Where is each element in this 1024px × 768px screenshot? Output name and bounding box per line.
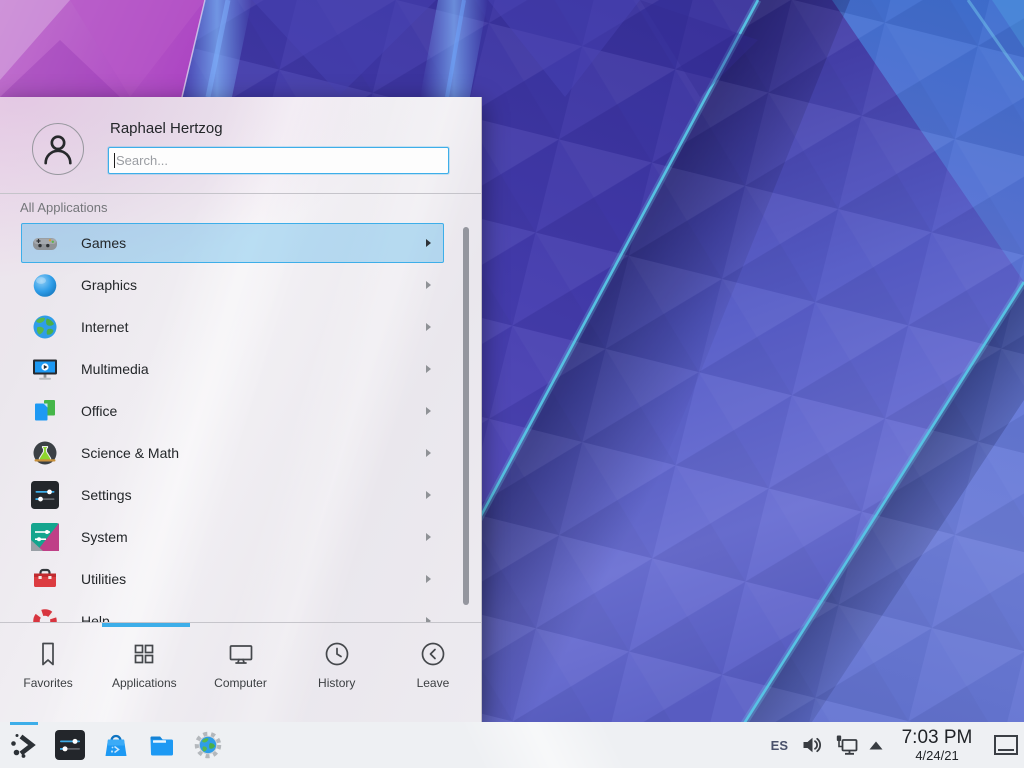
discover-button[interactable] [100,722,132,768]
submenu-arrow-icon [426,239,431,247]
tab-label: History [318,676,355,690]
show-desktop-button[interactable] [994,735,1018,755]
submenu-arrow-icon [426,533,431,541]
kickoff-icon [9,730,39,760]
system-settings-button[interactable] [54,722,86,768]
network-button[interactable] [834,732,860,758]
category-label: Utilities [81,571,426,587]
submenu-arrow-icon [426,281,431,289]
category-graphics[interactable]: Graphics [21,265,444,305]
category-label: Games [81,235,426,251]
category-label: System [81,529,426,545]
tab-favorites[interactable]: Favorites [0,628,96,722]
category-label: Graphics [81,277,426,293]
monitor-play-icon [31,355,59,383]
header-separator [0,193,481,194]
submenu-arrow-icon [426,491,431,499]
clock-date: 4/24/21 [915,748,958,763]
tab-applications[interactable]: Applications [96,628,192,722]
blue-sphere-icon [31,271,59,299]
network-icon [834,732,860,758]
tab-label: Favorites [23,676,72,690]
system-settings-icon [55,730,85,760]
category-office[interactable]: Office [21,391,444,431]
category-multimedia[interactable]: Multimedia [21,349,444,389]
section-label: All Applications [20,200,107,215]
system-tray: ES 7:03 [771,728,1018,763]
expand-tray-button[interactable] [868,740,884,751]
active-task-indicator [10,722,38,725]
desktop: Raphael Hertzog All Applications Games [0,0,1024,768]
tab-label: Computer [214,676,267,690]
text-cursor [114,153,115,168]
volume-icon [801,734,823,756]
category-label: Help [81,613,426,622]
keyboard-layout-indicator[interactable]: ES [771,738,788,753]
active-tab-indicator [102,623,190,627]
category-label: Science & Math [81,445,426,461]
grid-icon [129,639,159,669]
discover-bag-icon [101,730,131,760]
computer-icon [226,639,256,669]
tab-label: Applications [112,676,177,690]
sliders-color-icon [31,523,59,551]
category-system[interactable]: System [21,517,444,557]
menu-tab-bar: Favorites Applications Computer [0,628,481,722]
application-category-list: Games Graphics [21,223,444,622]
submenu-arrow-icon [426,407,431,415]
bookmark-icon [33,639,63,669]
folder-icon [147,730,177,760]
tab-history[interactable]: History [289,628,385,722]
tab-leave[interactable]: Leave [385,628,481,722]
search-box[interactable] [108,147,449,174]
category-settings[interactable]: Settings [21,475,444,515]
expand-tray-caret-icon [868,740,884,751]
category-label: Internet [81,319,426,335]
submenu-arrow-icon [426,365,431,373]
category-label: Office [81,403,426,419]
category-internet[interactable]: Internet [21,307,444,347]
file-manager-button[interactable] [146,722,178,768]
toolbox-icon [31,565,59,593]
user-name: Raphael Hertzog [110,120,223,137]
scrollbar[interactable] [463,227,469,605]
category-label: Settings [81,487,426,503]
globe-gear-icon [193,730,223,760]
submenu-arrow-icon [426,575,431,583]
clock-time: 7:03 PM [902,728,973,748]
application-launcher-menu: Raphael Hertzog All Applications Games [0,97,482,722]
flask-icon [31,439,59,467]
category-games[interactable]: Games [21,223,444,263]
tab-computer[interactable]: Computer [192,628,288,722]
category-label: Multimedia [81,361,426,377]
submenu-arrow-icon [426,449,431,457]
footer-separator [0,622,481,623]
submenu-arrow-icon [426,323,431,331]
category-help[interactable]: Help [21,601,444,622]
life-ring-icon [31,607,59,622]
leave-circle-icon [418,639,448,669]
application-launcher-button[interactable] [8,722,40,768]
sliders-dark-icon [31,481,59,509]
web-browser-button[interactable] [192,722,224,768]
digital-clock[interactable]: 7:03 PM 4/24/21 [896,728,978,763]
user-icon [36,127,80,171]
tab-label: Leave [417,676,450,690]
category-science-math[interactable]: Science & Math [21,433,444,473]
globe-icon [31,313,59,341]
category-utilities[interactable]: Utilities [21,559,444,599]
volume-button[interactable] [801,734,823,756]
documents-icon [31,397,59,425]
gamepad-icon [31,229,59,257]
user-avatar[interactable] [32,123,84,175]
taskbar: ES 7:03 [0,722,1024,768]
search-input[interactable] [109,148,448,173]
clock-icon [322,639,352,669]
